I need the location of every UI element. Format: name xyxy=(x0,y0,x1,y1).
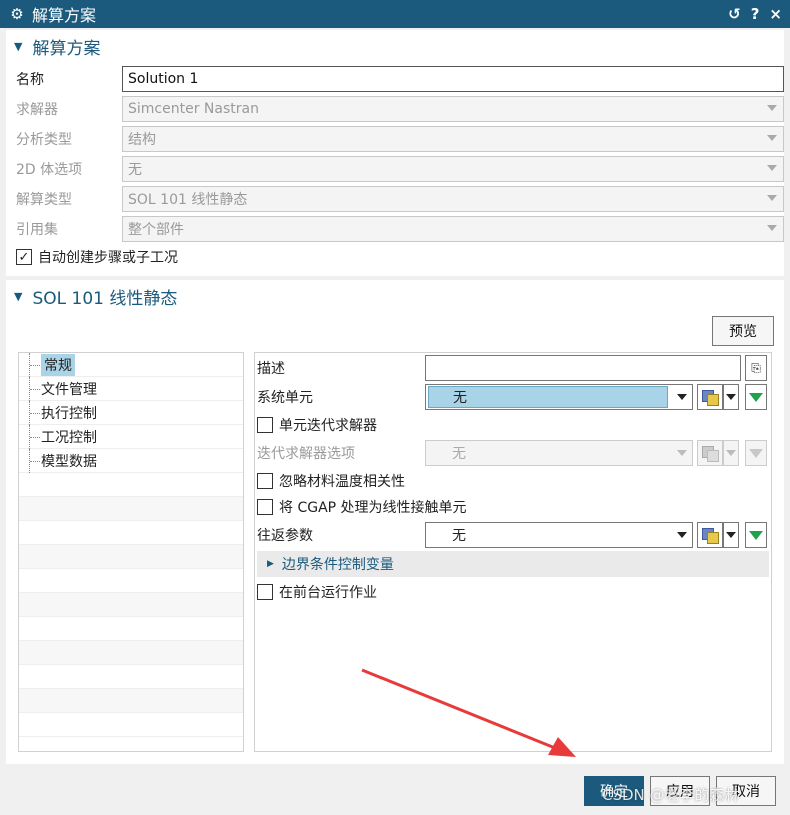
auto-create-checkbox[interactable]: ✓ xyxy=(16,249,32,265)
auto-create-row[interactable]: ✓ 自动创建步骤或子工况 xyxy=(16,244,178,270)
name-label: 名称 xyxy=(16,72,44,88)
sol101-panel: ▼ SOL 101 线性静态 预览 常规 文件管理 执行控制 工况控制 模型数据… xyxy=(6,280,784,764)
system-unit-label: 系统单元 xyxy=(257,390,313,406)
tree-item-execution-control[interactable]: 执行控制 xyxy=(19,401,243,425)
description-label: 描述 xyxy=(257,361,285,377)
2d-body-label: 2D 体选项 xyxy=(16,162,83,178)
reference-set-select: 整个部件 xyxy=(122,216,784,242)
cancel-button[interactable]: 取消 xyxy=(716,776,776,806)
function-menu-arrow-disabled xyxy=(723,440,739,466)
properties-panel: 描述 ⎘ 系统单元 无 单元迭代求解器 迭代求解器选项 无 忽略材料温度相关性 … xyxy=(254,352,772,752)
auto-create-label: 自动创建步骤或子工况 xyxy=(38,250,178,266)
system-unit-select[interactable]: 无 xyxy=(425,384,693,410)
iter-options-select: 无 xyxy=(425,440,693,466)
iter-options-label: 迭代求解器选项 xyxy=(257,446,355,462)
preview-button[interactable]: 预览 xyxy=(712,316,774,346)
solver-select: Simcenter Nastran xyxy=(122,96,784,122)
reset-icon[interactable]: ↺ xyxy=(728,5,741,23)
window-title: 解算方案 xyxy=(32,6,97,25)
name-input[interactable]: Solution 1 xyxy=(122,66,784,92)
section-header-sol101[interactable]: ▼ SOL 101 线性静态 xyxy=(14,283,177,309)
roundtrip-select[interactable]: 无 xyxy=(425,522,693,548)
boundary-condition-section[interactable]: ▶ 边界条件控制变量 xyxy=(257,551,769,577)
analysis-type-select: 结构 xyxy=(122,126,784,152)
foreground-checkbox[interactable] xyxy=(257,584,273,600)
name-row: 名称 Solution 1 xyxy=(16,66,784,92)
solver-row: 求解器 Simcenter Nastran xyxy=(16,96,784,122)
tree-item-case-control[interactable]: 工况控制 xyxy=(19,425,243,449)
apply-button[interactable]: 应用 xyxy=(650,776,710,806)
tree-item-general[interactable]: 常规 xyxy=(19,353,243,377)
cgap-checkbox[interactable] xyxy=(257,499,273,515)
function-icon-disabled xyxy=(697,440,723,466)
green-triangle-icon-disabled xyxy=(745,440,767,466)
2d-body-row: 2D 体选项 无 xyxy=(16,156,784,182)
solution-type-label: 解算类型 xyxy=(16,192,72,208)
2d-body-select: 无 xyxy=(122,156,784,182)
collapse-icon: ▼ xyxy=(14,289,23,303)
solution-type-select: SOL 101 线性静态 xyxy=(122,186,784,212)
roundtrip-label: 往返参数 xyxy=(257,528,313,544)
green-triangle-icon[interactable] xyxy=(745,522,767,548)
function-icon[interactable] xyxy=(697,522,723,548)
function-menu-arrow[interactable] xyxy=(723,384,739,410)
ignore-temp-row[interactable]: 忽略材料温度相关性 xyxy=(257,468,405,494)
ok-button[interactable]: 确定 xyxy=(584,776,644,806)
add-file-icon[interactable]: ⎘ xyxy=(745,355,767,381)
title-bar: ⚙ 解算方案 ↺ ? × xyxy=(0,0,790,28)
reference-set-label: 引用集 xyxy=(16,222,58,238)
close-icon[interactable]: × xyxy=(769,5,782,23)
section-header-solution[interactable]: ▼ 解算方案 xyxy=(14,33,100,59)
gear-icon: ⚙ xyxy=(10,5,24,23)
expand-icon: ▶ xyxy=(267,559,274,569)
green-triangle-icon[interactable] xyxy=(745,384,767,410)
solution-type-row: 解算类型 SOL 101 线性静态 xyxy=(16,186,784,212)
element-iter-row[interactable]: 单元迭代求解器 xyxy=(257,412,377,438)
solution-panel: ▼ 解算方案 名称 Solution 1 求解器 Simcenter Nastr… xyxy=(6,30,784,276)
help-icon[interactable]: ? xyxy=(751,5,760,23)
tree-item-file-management[interactable]: 文件管理 xyxy=(19,377,243,401)
cgap-row[interactable]: 将 CGAP 处理为线性接触单元 xyxy=(257,494,467,520)
tree-item-model-data[interactable]: 模型数据 xyxy=(19,449,243,473)
analysis-type-row: 分析类型 结构 xyxy=(16,126,784,152)
ignore-temp-checkbox[interactable] xyxy=(257,473,273,489)
element-iter-checkbox[interactable] xyxy=(257,417,273,433)
collapse-icon: ▼ xyxy=(14,39,23,53)
solver-label: 求解器 xyxy=(16,102,58,118)
function-icon[interactable] xyxy=(697,384,723,410)
reference-set-row: 引用集 整个部件 xyxy=(16,216,784,242)
function-menu-arrow[interactable] xyxy=(723,522,739,548)
category-tree: 常规 文件管理 执行控制 工况控制 模型数据 xyxy=(18,352,244,752)
foreground-row[interactable]: 在前台运行作业 xyxy=(257,579,377,605)
analysis-type-label: 分析类型 xyxy=(16,132,72,148)
description-input[interactable] xyxy=(425,355,741,381)
